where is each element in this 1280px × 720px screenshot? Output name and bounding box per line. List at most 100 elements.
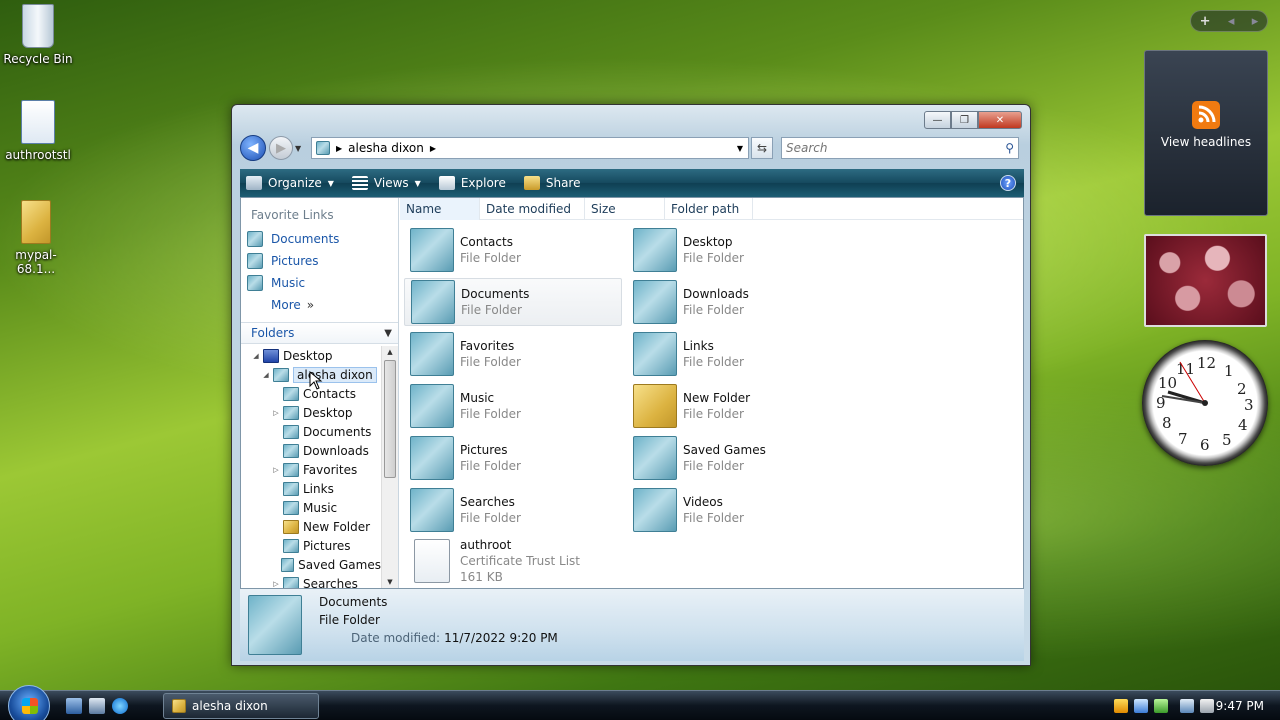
expand-twisty-icon[interactable]: ◢ <box>251 352 261 360</box>
refresh-button[interactable]: ⇆ <box>751 137 773 159</box>
file-item[interactable]: Searches File Folder <box>404 486 622 534</box>
back-button[interactable]: ◀ <box>240 135 266 161</box>
help-button[interactable]: ? <box>1000 175 1016 191</box>
clock-gadget[interactable]: 12 1 2 3 4 5 6 7 8 9 10 11 <box>1142 340 1268 466</box>
clock-time[interactable]: 9:47 PM <box>1216 699 1264 713</box>
file-item[interactable]: New Folder File Folder <box>627 382 845 430</box>
pictures-folder-icon <box>283 538 299 553</box>
explore-button[interactable]: Explore <box>438 176 506 190</box>
tree-node-music[interactable]: Music <box>241 498 381 517</box>
desktop-icon <box>263 348 279 363</box>
file-item[interactable]: Downloads File Folder <box>627 278 845 326</box>
desktop-icon-mypal[interactable]: mypal-68.1... <box>0 200 74 276</box>
pictures-folder-icon <box>410 436 454 480</box>
column-header-date-modified[interactable]: Date modified <box>480 197 585 220</box>
tree-node-desktop[interactable]: ◢ Desktop <box>241 346 381 365</box>
navigation-pane: Favorite Links Documents Pictures Music … <box>241 198 399 588</box>
file-item[interactable]: Favorites File Folder <box>404 330 622 378</box>
recent-pages-dropdown[interactable]: ▼ <box>295 144 307 153</box>
maximize-button[interactable]: ❐ <box>951 111 978 129</box>
forward-button[interactable]: ▶ <box>269 136 293 160</box>
file-item[interactable]: Contacts File Folder <box>404 226 622 274</box>
file-item[interactable]: Saved Games File Folder <box>627 434 845 482</box>
taskbar-button-alesha-dixon[interactable]: alesha dixon <box>163 693 319 719</box>
downloads-folder-icon <box>283 443 299 458</box>
share-icon <box>523 176 540 190</box>
file-item[interactable]: Links File Folder <box>627 330 845 378</box>
breadcrumb-separator-icon[interactable]: ▶ <box>336 144 342 153</box>
windows-defender-icon[interactable] <box>1154 699 1168 713</box>
display-icon[interactable] <box>1180 699 1194 713</box>
organize-button[interactable]: Organize ▼ <box>246 176 334 190</box>
new-folder-icon <box>283 519 299 534</box>
column-header-name[interactable]: Name <box>400 197 480 220</box>
switch-windows-icon[interactable] <box>89 698 105 714</box>
tree-node-favorites[interactable]: ▷ Favorites <box>241 460 381 479</box>
tree-node-links[interactable]: Links <box>241 479 381 498</box>
show-desktop-icon[interactable] <box>66 698 82 714</box>
file-item[interactable]: Videos File Folder <box>627 486 845 534</box>
search-box[interactable]: ⚲ <box>781 137 1019 159</box>
network-icon[interactable] <box>1134 699 1148 713</box>
desktop-icon-label: authrootstl <box>5 148 71 162</box>
caption-buttons: — ❐ ✕ <box>924 111 1022 129</box>
close-button[interactable]: ✕ <box>978 111 1022 129</box>
command-bar: Organize ▼ Views ▼ Explore Share ? <box>240 169 1024 197</box>
internet-explorer-icon[interactable] <box>112 698 128 714</box>
address-bar[interactable]: ▶ alesha dixon ▶ ▼ <box>311 137 749 159</box>
favorite-link-music[interactable]: Music <box>241 272 398 294</box>
column-header-folder-path[interactable]: Folder path <box>665 197 753 220</box>
slideshow-gadget[interactable] <box>1144 234 1267 327</box>
next-gadget-page-button[interactable]: ▸ <box>1252 14 1259 29</box>
search-icon[interactable]: ⚲ <box>1005 141 1014 155</box>
tree-node-documents[interactable]: Documents <box>241 422 381 441</box>
address-dropdown-icon[interactable]: ▼ <box>732 144 748 153</box>
previous-gadget-page-button[interactable]: ◂ <box>1228 14 1235 29</box>
more-favorites-link[interactable]: More » <box>241 294 398 316</box>
favorite-link-pictures[interactable]: Pictures <box>241 250 398 272</box>
expand-twisty-icon[interactable]: ▷ <box>271 580 281 588</box>
expand-twisty-icon[interactable]: ▷ <box>271 466 281 474</box>
double-chevron-icon: » <box>306 298 315 312</box>
file-type: Certificate Trust List <box>460 554 580 568</box>
minimize-button[interactable]: — <box>924 111 951 129</box>
breadcrumb-segment[interactable]: alesha dixon <box>348 141 424 155</box>
file-item[interactable]: Music File Folder <box>404 382 622 430</box>
tree-node-saved-games[interactable]: Saved Games <box>241 555 381 574</box>
file-type: File Folder <box>683 251 744 265</box>
file-type: File Folder <box>683 303 744 317</box>
file-item[interactable]: authroot Certificate Trust List 161 KB <box>404 534 622 588</box>
add-gadget-button[interactable]: + <box>1200 14 1211 29</box>
favorite-link-label: Music <box>271 276 306 290</box>
file-item[interactable]: Pictures File Folder <box>404 434 622 482</box>
security-shield-icon[interactable] <box>1114 699 1128 713</box>
expand-twisty-icon[interactable]: ▷ <box>271 409 281 417</box>
search-input[interactable] <box>786 141 1006 155</box>
folder-tree-scrollbar[interactable]: ▲ ▼ <box>381 346 398 588</box>
favorite-link-documents[interactable]: Documents <box>241 228 398 250</box>
tree-node-desktop-sub[interactable]: ▷ Desktop <box>241 403 381 422</box>
chevron-down-icon: ▼ <box>327 178 334 188</box>
tree-node-searches[interactable]: ▷ Searches <box>241 574 381 588</box>
share-button[interactable]: Share <box>523 176 580 190</box>
volume-muted-icon[interactable] <box>1200 699 1214 713</box>
column-header-size[interactable]: Size <box>585 197 665 220</box>
start-button[interactable] <box>8 685 50 720</box>
desktop-icon-recycle-bin[interactable]: Recycle Bin <box>0 4 76 66</box>
breadcrumb-separator-icon[interactable]: ▶ <box>430 144 436 153</box>
scroll-up-arrow-icon[interactable]: ▲ <box>382 348 398 356</box>
feed-headlines-gadget[interactable]: View headlines <box>1144 50 1268 216</box>
scroll-down-arrow-icon[interactable]: ▼ <box>382 578 398 586</box>
views-button[interactable]: Views ▼ <box>351 176 421 190</box>
file-item[interactable]: Desktop File Folder <box>627 226 845 274</box>
expand-twisty-icon[interactable]: ◢ <box>261 371 271 379</box>
tree-node-pictures[interactable]: Pictures <box>241 536 381 555</box>
file-type: File Folder <box>460 355 521 369</box>
desktop-icon-authrootstl[interactable]: authrootstl <box>0 100 76 162</box>
tree-node-downloads[interactable]: Downloads <box>241 441 381 460</box>
searches-folder-icon <box>410 488 454 532</box>
scrollbar-thumb[interactable] <box>384 360 396 478</box>
folders-header[interactable]: Folders ▼ <box>241 322 398 344</box>
file-item[interactable]: Documents File Folder <box>404 278 622 326</box>
tree-node-new-folder[interactable]: New Folder <box>241 517 381 536</box>
